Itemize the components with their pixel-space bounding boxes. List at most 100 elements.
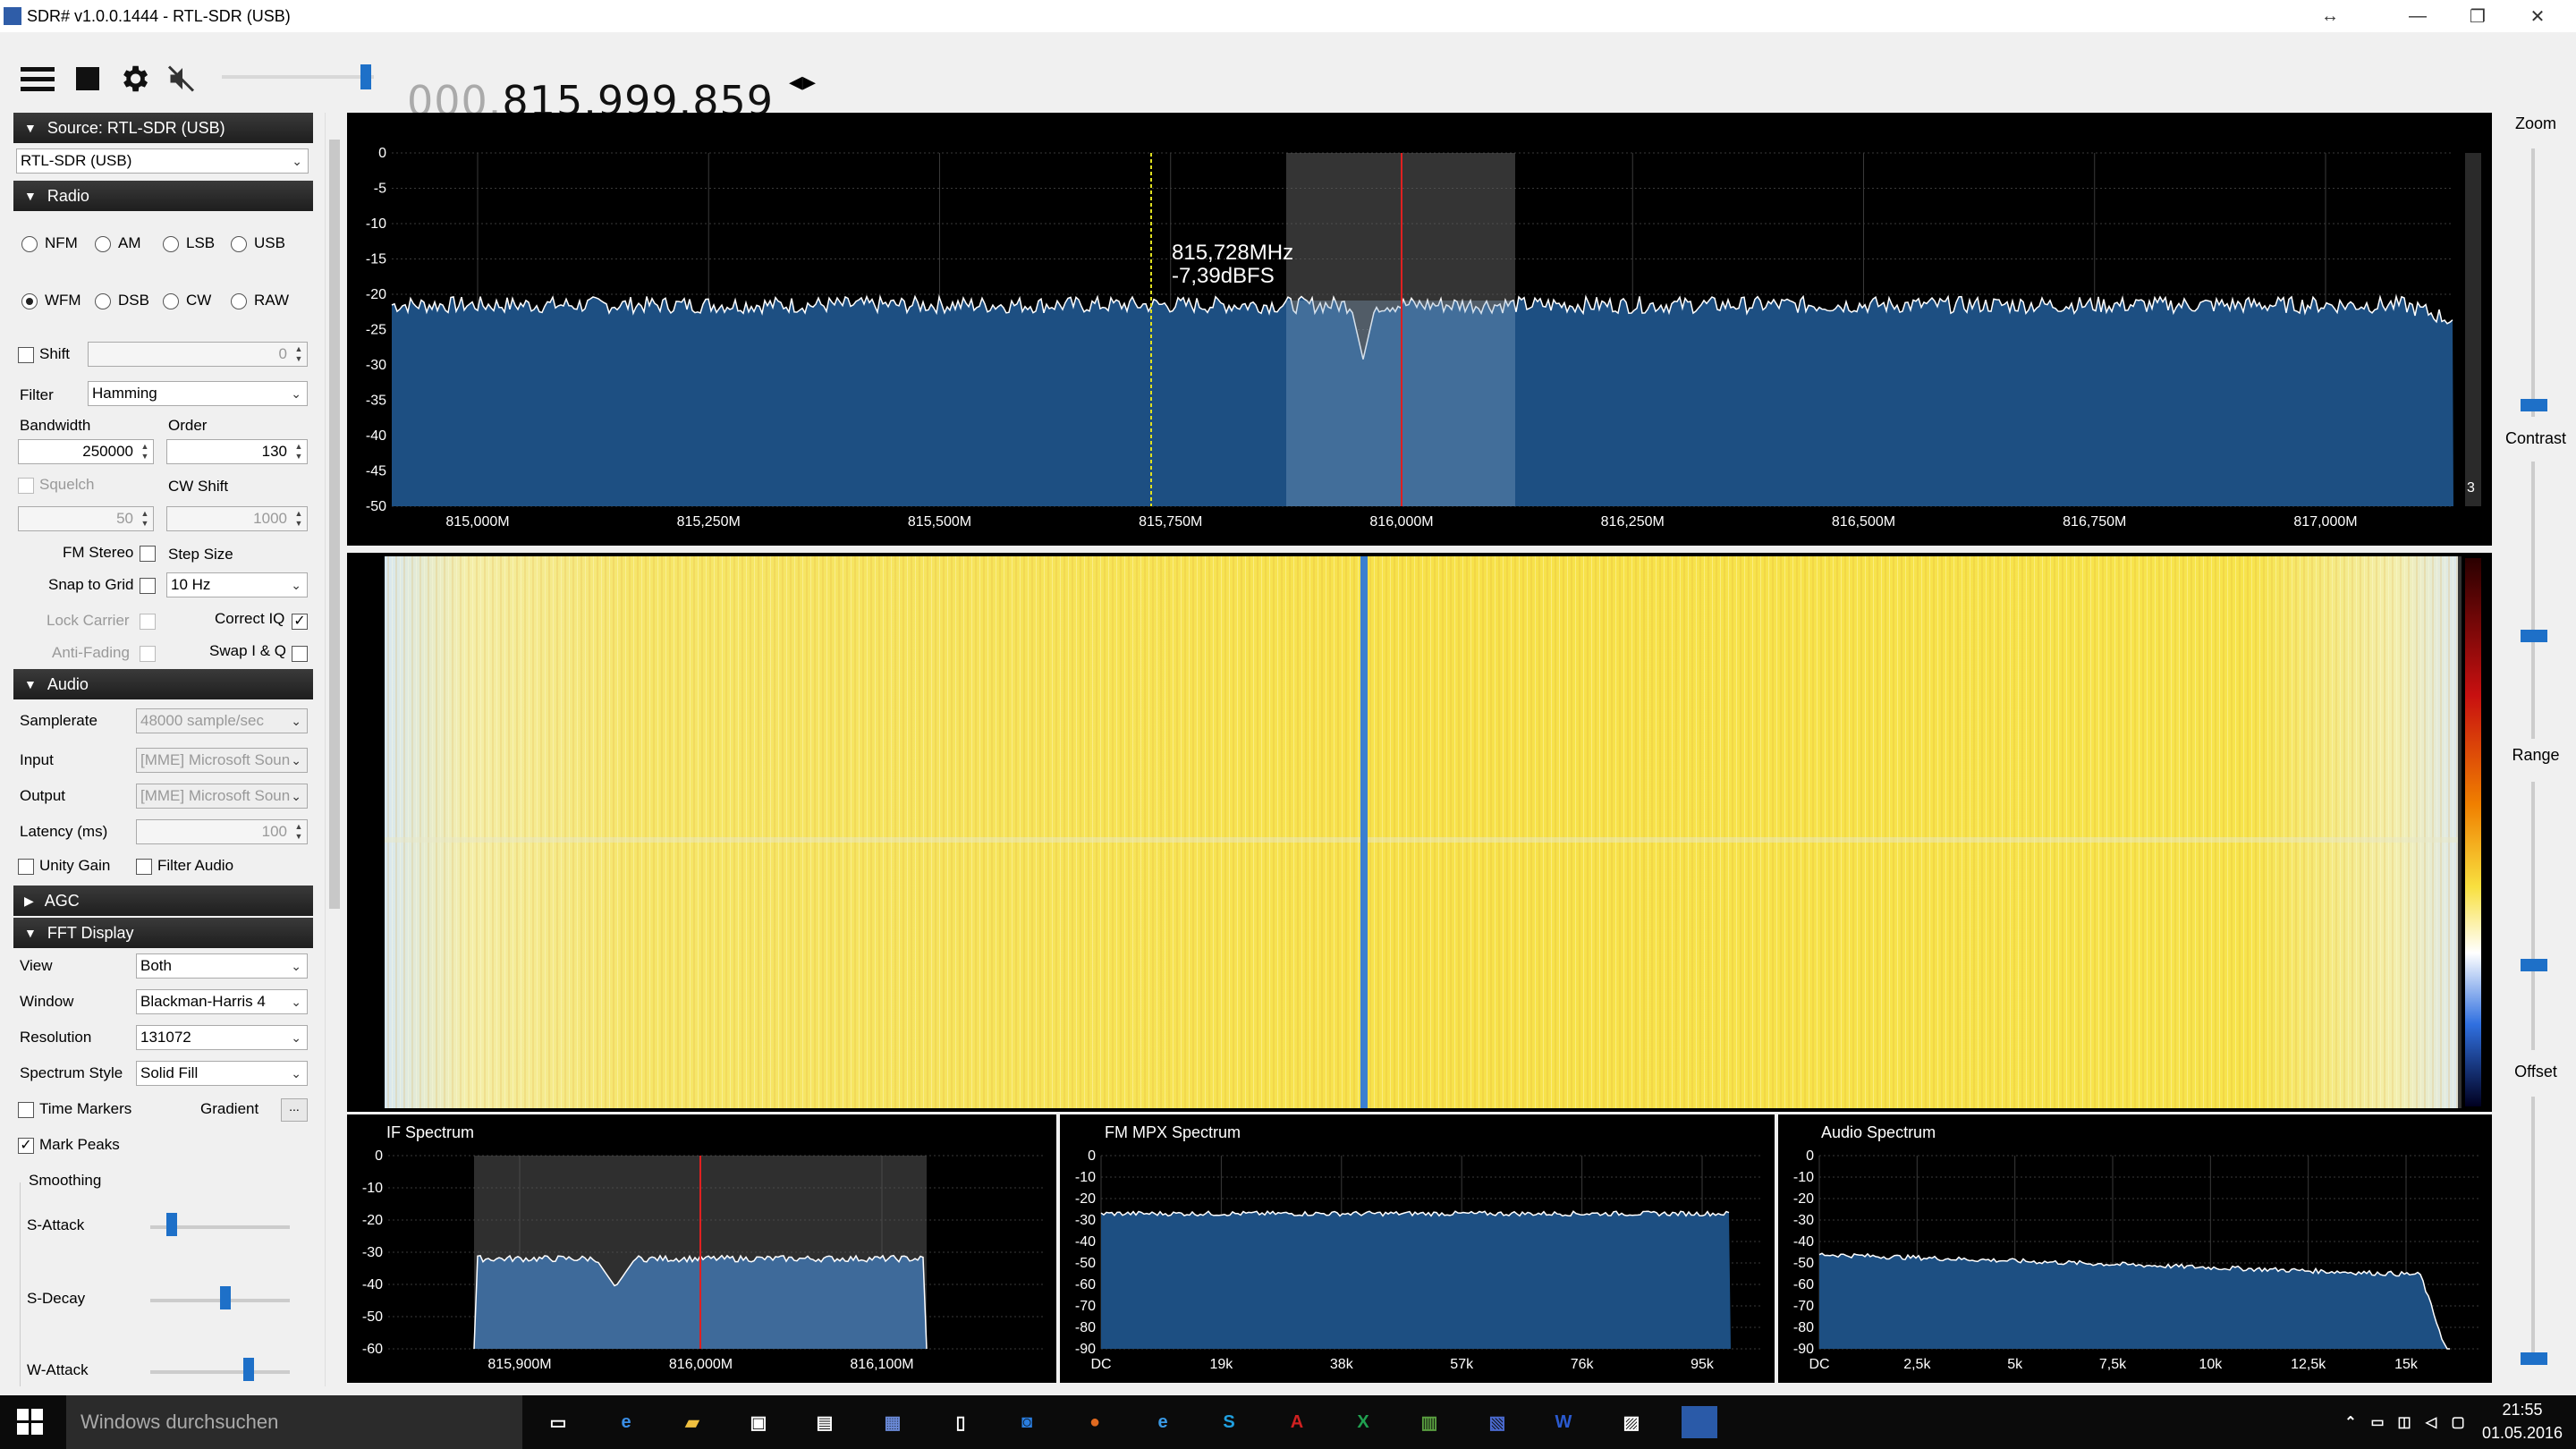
- if-spectrum-panel[interactable]: IF Spectrum 0 -10 -20 -30 -40 -50 -60 815,900M…: [347, 1114, 1056, 1383]
- resolution-select[interactable]: 131072 ⌄: [136, 1025, 308, 1050]
- close-button[interactable]: ✕: [2506, 0, 2569, 32]
- skype-icon[interactable]: S: [1213, 1406, 1245, 1438]
- acrobat-icon[interactable]: A: [1281, 1406, 1313, 1438]
- taskbar-time[interactable]: 21:55: [2478, 1401, 2567, 1419]
- mute-icon[interactable]: [163, 59, 202, 98]
- audio-spectrum-panel[interactable]: Audio Spectrum 0 -10 -20 -30 -40 -50 -60 -70 -80…: [1778, 1114, 2492, 1383]
- terminal-icon[interactable]: ▤: [809, 1406, 841, 1438]
- radio-wfm[interactable]: [21, 293, 38, 309]
- latency-input[interactable]: 100 ▲ ▼: [136, 819, 308, 844]
- maximize-button[interactable]: ❐: [2446, 0, 2509, 32]
- notification-icon[interactable]: ▢: [2442, 1406, 2474, 1438]
- ie-icon[interactable]: e: [1147, 1406, 1179, 1438]
- fft-section-header[interactable]: ▼ FFT Display: [13, 918, 313, 948]
- app-blue-icon[interactable]: ◙: [1011, 1406, 1043, 1438]
- y-tick-label: -35: [366, 394, 386, 409]
- network-app-icon[interactable]: ▦: [877, 1406, 909, 1438]
- squelch-input[interactable]: 50 ▲ ▼: [18, 506, 154, 531]
- mpx-spectrum-panel[interactable]: FM MPX Spectrum 0 -10 -20 -30 -40 -50 -60 -70 -8…: [1060, 1114, 1775, 1383]
- x-tick-label: 816,000M: [669, 1357, 733, 1372]
- sidebar-scrollbar[interactable]: [325, 113, 343, 1386]
- style-select[interactable]: Solid Fill ⌄: [136, 1061, 308, 1086]
- radio-raw[interactable]: [231, 293, 247, 309]
- radio-cw[interactable]: [163, 293, 179, 309]
- taskbar-search[interactable]: Windows durchsuchen: [66, 1395, 522, 1449]
- spectrum-x-axis: 815,000M 815,250M 815,500M 815,750M 816,000M…: [445, 514, 2357, 530]
- firefox-icon[interactable]: ●: [1079, 1406, 1111, 1438]
- step-select[interactable]: 10 Hz ⌄: [166, 572, 308, 597]
- correctiq-checkbox[interactable]: ✓: [292, 614, 308, 630]
- view-select[interactable]: Both ⌄: [136, 953, 308, 979]
- sdrsharp-taskbar-icon[interactable]: [1682, 1406, 1717, 1438]
- window-select[interactable]: Blackman-Harris 4 ⌄: [136, 989, 308, 1014]
- snap-label: Snap to Grid: [48, 576, 134, 593]
- sattack-slider[interactable]: [166, 1213, 177, 1236]
- volume-slider[interactable]: [360, 64, 371, 89]
- radio-usb[interactable]: [231, 236, 247, 252]
- timemarkers-checkbox[interactable]: [18, 1102, 34, 1118]
- radio-lsb[interactable]: [163, 236, 179, 252]
- sdecay-slider[interactable]: [220, 1286, 231, 1309]
- shift-input[interactable]: 0 ▲ ▼: [88, 342, 308, 367]
- gradient-button[interactable]: ...: [281, 1098, 308, 1122]
- edge-icon[interactable]: e: [610, 1406, 642, 1438]
- spectrum-analyzer[interactable]: 815,728MHz -7,39dBFS 0 -5 -10 -15 -20 -25 -30 -…: [347, 113, 2492, 546]
- tune-arrows-icon[interactable]: ◂▸: [789, 66, 816, 97]
- snap-checkbox[interactable]: [140, 578, 156, 594]
- stop-icon[interactable]: [68, 59, 107, 98]
- order-input[interactable]: 130 ▲ ▼: [166, 439, 308, 464]
- squelch-checkbox[interactable]: [18, 478, 34, 494]
- gear-icon[interactable]: [114, 59, 154, 98]
- filteraudio-checkbox[interactable]: [136, 859, 152, 875]
- swapiq-checkbox[interactable]: [292, 646, 308, 662]
- photos-icon[interactable]: ▨: [1615, 1406, 1648, 1438]
- x-tick-label: 815,000M: [445, 514, 509, 530]
- cwshift-input[interactable]: 1000 ▲ ▼: [166, 506, 308, 531]
- radio-dsb[interactable]: [95, 293, 111, 309]
- if-x-axis: 815,900M 816,000M 816,100M: [487, 1357, 913, 1372]
- audio-section-header[interactable]: ▼ Audio: [13, 669, 313, 699]
- agc-section-header[interactable]: ▶ AGC: [13, 886, 313, 916]
- source-section-header[interactable]: ▼ Source: RTL-SDR (USB): [13, 113, 313, 143]
- task-view-icon[interactable]: ▭: [542, 1406, 574, 1438]
- radio-am[interactable]: [95, 236, 111, 252]
- samplerate-select[interactable]: 48000 sample/sec ⌄: [136, 708, 308, 733]
- unitygain-checkbox[interactable]: [18, 859, 34, 875]
- windows-start-icon[interactable]: [14, 1406, 47, 1438]
- zoom-label: Zoom: [2514, 114, 2556, 132]
- audio-output-select[interactable]: [MME] Microsoft Soun ⌄: [136, 784, 308, 809]
- contrast-slider[interactable]: [2521, 630, 2547, 642]
- bandwidth-input[interactable]: 250000 ▲ ▼: [18, 439, 154, 464]
- document-icon[interactable]: ▯: [945, 1406, 977, 1438]
- x-tick-label: 38k: [1330, 1357, 1354, 1372]
- lockcarrier-checkbox[interactable]: [140, 614, 156, 630]
- radio-nfm[interactable]: [21, 236, 38, 252]
- waterfall-plot[interactable]: [347, 553, 2492, 1112]
- filter-select[interactable]: Hamming ⌄: [88, 381, 308, 406]
- minimize-button[interactable]: —: [2386, 0, 2449, 32]
- audio-input-select[interactable]: [MME] Microsoft Soun ⌄: [136, 748, 308, 773]
- word-icon[interactable]: W: [1547, 1406, 1580, 1438]
- chart-app-icon[interactable]: ▥: [1413, 1406, 1445, 1438]
- store-icon[interactable]: ▣: [742, 1406, 775, 1438]
- markpeaks-checkbox[interactable]: ✓: [18, 1138, 34, 1154]
- spectrum-scrollbar[interactable]: [2465, 153, 2481, 506]
- source-device-select[interactable]: RTL-SDR (USB) ⌄: [16, 148, 309, 174]
- taskbar-date[interactable]: 01.05.2016: [2478, 1424, 2567, 1443]
- excel-icon[interactable]: X: [1347, 1406, 1379, 1438]
- radio-section-header[interactable]: ▼ Radio: [13, 181, 313, 211]
- resize-icon[interactable]: ↔: [2299, 0, 2361, 32]
- scrollbar-thumb[interactable]: [329, 140, 340, 909]
- shift-checkbox[interactable]: [18, 347, 34, 363]
- spectrum-plot[interactable]: 815,728MHz -7,39dBFS 0 -5 -10 -15 -20 -25 -30 -…: [347, 113, 2492, 546]
- wattack-slider[interactable]: [243, 1358, 254, 1381]
- printer-app-icon[interactable]: ▧: [1481, 1406, 1513, 1438]
- range-slider[interactable]: [2521, 959, 2547, 971]
- offset-slider[interactable]: [2521, 1352, 2547, 1365]
- fmstereo-checkbox[interactable]: [140, 546, 156, 562]
- file-explorer-icon[interactable]: ▰: [676, 1406, 708, 1438]
- menu-icon[interactable]: [18, 59, 57, 98]
- antifading-checkbox[interactable]: [140, 646, 156, 662]
- waterfall-display[interactable]: [347, 553, 2492, 1112]
- zoom-slider[interactable]: [2521, 399, 2547, 411]
